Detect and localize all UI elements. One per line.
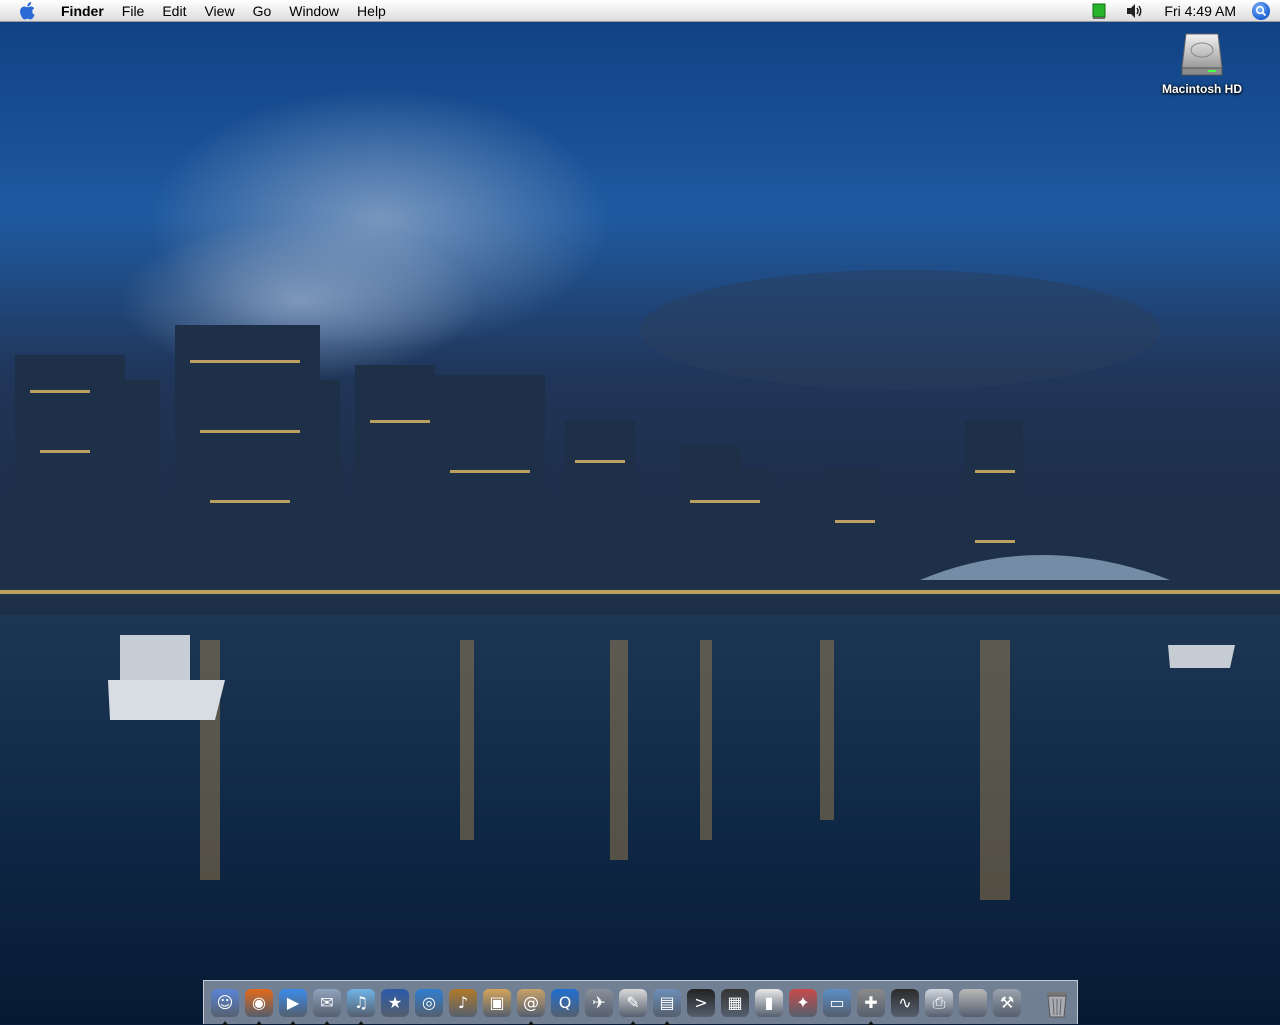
hair-dryer-icon: ✦ [789,988,817,1017]
dock-item-address-book[interactable]: @ [516,988,546,1025]
dock-item-trash[interactable] [1042,988,1072,1018]
desktop-icon-label: Macintosh HD [1161,82,1242,96]
menu-bar: Finder File Edit View Go Window Help Fri… [0,0,1280,22]
desktop-wallpaper [0,0,1280,1024]
dock-item-system-profiler[interactable]: ▭ [822,988,852,1018]
dock-item-ipod[interactable]: ▮ [754,988,784,1018]
itunes-icon: ♫ [347,988,375,1017]
dock-item-automator[interactable]: ✈ [584,988,614,1018]
textedit-icon: ✎ [619,988,647,1017]
printer-icon: ⎙ [925,988,953,1017]
menubar-clock[interactable]: Fri 4:49 AM [1154,0,1246,22]
boot-camp-icon [959,988,987,1017]
preview-icon: ▤ [653,988,681,1017]
dock-item-preview[interactable]: ▤ [652,988,682,1025]
menu-edit[interactable]: Edit [153,0,195,22]
desktop-icon-macintosh-hd[interactable]: Macintosh HD [1150,30,1254,96]
ipod-icon: ▮ [755,988,783,1017]
clapper-icon: ▦ [721,988,749,1017]
dock-item-firefox[interactable]: ◉ [244,988,274,1025]
hard-drive-icon [1178,30,1226,78]
automator-icon: ✈ [585,988,613,1017]
apple-icon[interactable] [18,1,38,21]
dock-item-xcode-tool[interactable]: ⚒ [992,988,1022,1018]
imovie-icon: ★ [381,988,409,1017]
dock-item-idvd[interactable]: ◎ [414,988,444,1018]
dock-item-garageband[interactable]: ♪ [448,988,478,1018]
dock-item-textedit[interactable]: ✎ [618,988,648,1025]
menu-app-name[interactable]: Finder [52,0,113,22]
menu-file[interactable]: File [113,0,154,22]
menu-go[interactable]: Go [244,0,281,22]
menu-view[interactable]: View [195,0,243,22]
dock-item-terminal[interactable]: > [686,988,716,1018]
ichat-icon: ▶ [279,988,307,1017]
dock-item-itunes[interactable]: ♫ [346,988,376,1025]
idvd-icon: ◎ [415,988,443,1017]
garageband-icon: ♪ [449,988,477,1017]
dock-item-activity-monitor[interactable]: ∿ [890,988,920,1018]
address-book-icon: @ [517,988,545,1017]
disk-utility-icon: ✚ [857,988,885,1017]
dock-item-boot-camp[interactable] [958,988,988,1018]
dock-item-mail[interactable]: ✉ [312,988,342,1025]
volume-icon[interactable] [1126,3,1144,19]
dock-item-quicktime[interactable]: Q [550,988,580,1018]
spotlight-icon[interactable] [1252,1,1270,20]
finder-icon: ☺ [211,988,239,1017]
system-profiler-icon: ▭ [823,988,851,1017]
tool-icon: ⚒ [993,988,1021,1017]
dock-item-iphoto[interactable]: ▣ [482,988,512,1018]
menu-help[interactable]: Help [348,0,395,22]
dock-item-printer[interactable]: ⎙ [924,988,954,1018]
dock-item-ichat[interactable]: ▶ [278,988,308,1025]
dock-item-clapper[interactable]: ▦ [720,988,750,1018]
menu-window[interactable]: Window [280,0,348,22]
dock-item-imovie[interactable]: ★ [380,988,410,1018]
battery-icon[interactable] [1092,3,1106,19]
dock: ☺ ◉ ▶ ✉ ♫ ★ ◎ ♪ ▣ @ Q ✈ ✎ ▤ > ▦ ▮ ✦ ▭ ✚ ∿ ⎙ ⚒ [203,980,1078,1025]
terminal-icon: > [687,988,715,1017]
dock-item-finder[interactable]: ☺ [210,988,240,1025]
iphoto-icon: ▣ [483,988,511,1017]
activity-monitor-icon: ∿ [891,988,919,1017]
quicktime-icon: Q [551,988,579,1017]
mail-icon: ✉ [313,988,341,1017]
dock-item-hair-dryer[interactable]: ✦ [788,988,818,1018]
firefox-icon: ◉ [245,988,273,1017]
trash-icon [1047,991,1067,1017]
dock-item-disk-utility[interactable]: ✚ [856,988,886,1025]
